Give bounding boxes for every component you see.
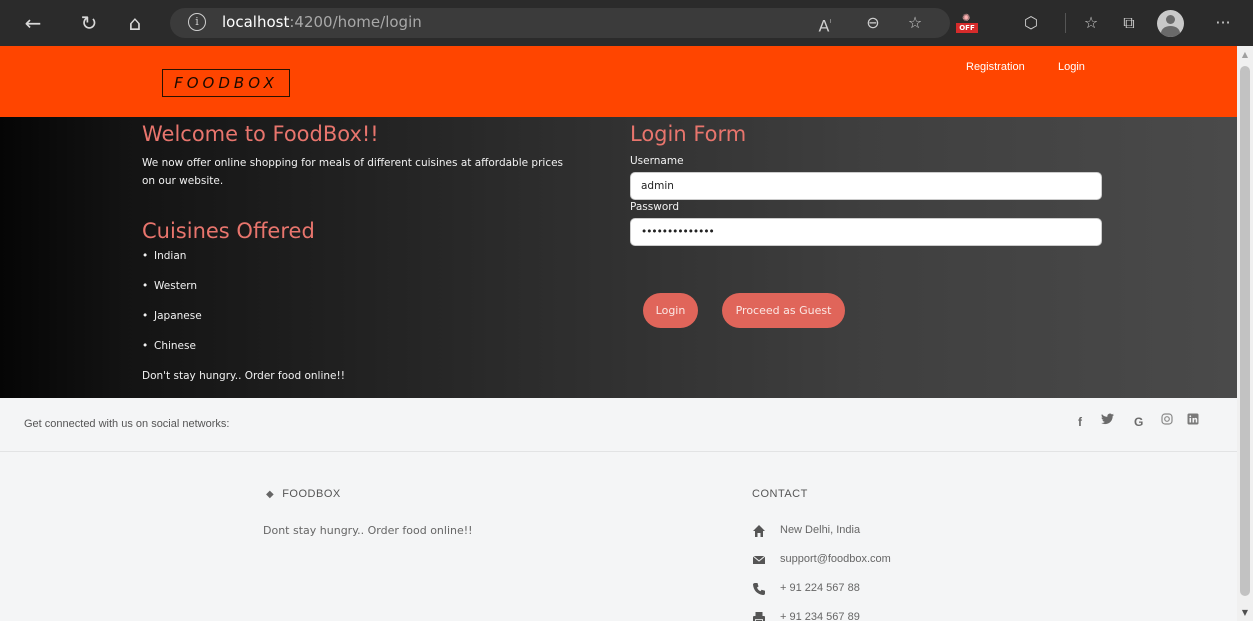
login-button[interactable]: Login — [643, 293, 698, 328]
printer-icon — [753, 612, 765, 621]
site-logo[interactable]: FOODBOX — [162, 69, 290, 97]
welcome-title: Welcome to FoodBox!! — [142, 122, 379, 146]
facebook-icon[interactable]: f — [1078, 415, 1082, 429]
list-item: Western — [142, 279, 202, 309]
cuisines-title: Cuisines Offered — [142, 219, 315, 243]
google-icon[interactable]: G — [1134, 415, 1143, 429]
back-arrow-icon[interactable]: ← — [18, 8, 48, 38]
scrollbar-thumb[interactable] — [1240, 66, 1250, 596]
instagram-icon[interactable] — [1161, 413, 1173, 428]
tagline: Don't stay hungry.. Order food online!! — [142, 370, 345, 382]
footer-brand-heading: ◆ FOODBOX — [266, 488, 341, 500]
list-item: Chinese — [142, 339, 202, 369]
twitter-icon[interactable] — [1101, 413, 1114, 428]
contact-phone: + 91 224 567 88 — [780, 582, 860, 594]
phone-icon — [753, 583, 765, 595]
zoom-out-icon[interactable]: ⊖ — [858, 8, 888, 38]
info-icon[interactable]: i — [188, 13, 206, 31]
password-label: Password — [630, 201, 680, 213]
refresh-icon[interactable]: ↻ — [74, 8, 104, 38]
contact-address: New Delhi, India — [780, 524, 861, 536]
home-icon[interactable]: ⌂ — [120, 8, 150, 38]
collections-icon[interactable]: ⧉ — [1114, 8, 1144, 38]
footer-brand-text: Dont stay hungry.. Order food online!! — [263, 524, 473, 537]
password-input[interactable]: •••••••••••••• — [630, 218, 1102, 246]
profile-avatar-icon[interactable] — [1157, 10, 1184, 37]
username-label: Username — [630, 155, 684, 167]
site-footer: ◆ FOODBOX Dont stay hungry.. Order food o… — [0, 452, 1237, 621]
contact-fax: + 91 234 567 89 — [780, 611, 860, 621]
envelope-icon — [752, 555, 766, 564]
username-input[interactable]: admin — [630, 172, 1102, 200]
add-favorite-icon[interactable]: ☆ — [900, 8, 930, 38]
nav-login-link[interactable]: Login — [1058, 61, 1085, 73]
home-icon — [753, 525, 765, 537]
list-item: Indian — [142, 249, 202, 279]
extensions-icon[interactable]: ⬡ — [1016, 8, 1046, 38]
scroll-down-icon[interactable]: ▼ — [1237, 608, 1253, 617]
welcome-text-line1: We now offer online shopping for meals o… — [142, 157, 564, 169]
cuisines-list: Indian Western Japanese Chinese — [142, 249, 202, 369]
browser-toolbar: ← ↻ ⌂ i localhost:4200/home/login A⁾ ⊖ ☆… — [0, 0, 1253, 46]
gem-icon: ◆ — [266, 489, 275, 500]
site-navbar: FOODBOX Registration Login — [0, 46, 1237, 117]
page-viewport: FOODBOX Registration Login Welcome to Fo… — [0, 46, 1237, 621]
social-bar: Get connected with us on social networks… — [0, 398, 1237, 452]
favorites-icon[interactable]: ☆ — [1076, 8, 1106, 38]
proceed-as-guest-button[interactable]: Proceed as Guest — [722, 293, 845, 328]
read-aloud-icon[interactable]: A⁾ — [810, 8, 840, 38]
footer-contact-heading: CONTACT — [752, 488, 808, 500]
address-url[interactable]: localhost:4200/home/login — [222, 13, 422, 31]
linkedin-icon[interactable] — [1187, 413, 1199, 428]
toolbar-divider — [1065, 13, 1066, 33]
list-item: Japanese — [142, 309, 202, 339]
contact-email[interactable]: support@foodbox.com — [780, 553, 891, 565]
scroll-up-icon[interactable]: ▲ — [1237, 50, 1253, 59]
nav-registration-link[interactable]: Registration — [966, 61, 1025, 73]
social-text: Get connected with us on social networks… — [24, 418, 230, 430]
page-scrollbar[interactable]: ▲ ▼ — [1237, 46, 1253, 621]
welcome-text-line2: on our website. — [142, 175, 224, 187]
more-menu-icon[interactable]: ··· — [1208, 8, 1238, 38]
login-form-title: Login Form — [630, 122, 747, 146]
extension-off-icon[interactable]: ✺ OFF — [956, 13, 978, 33]
hero-section: Welcome to FoodBox!! We now offer online… — [0, 117, 1237, 398]
